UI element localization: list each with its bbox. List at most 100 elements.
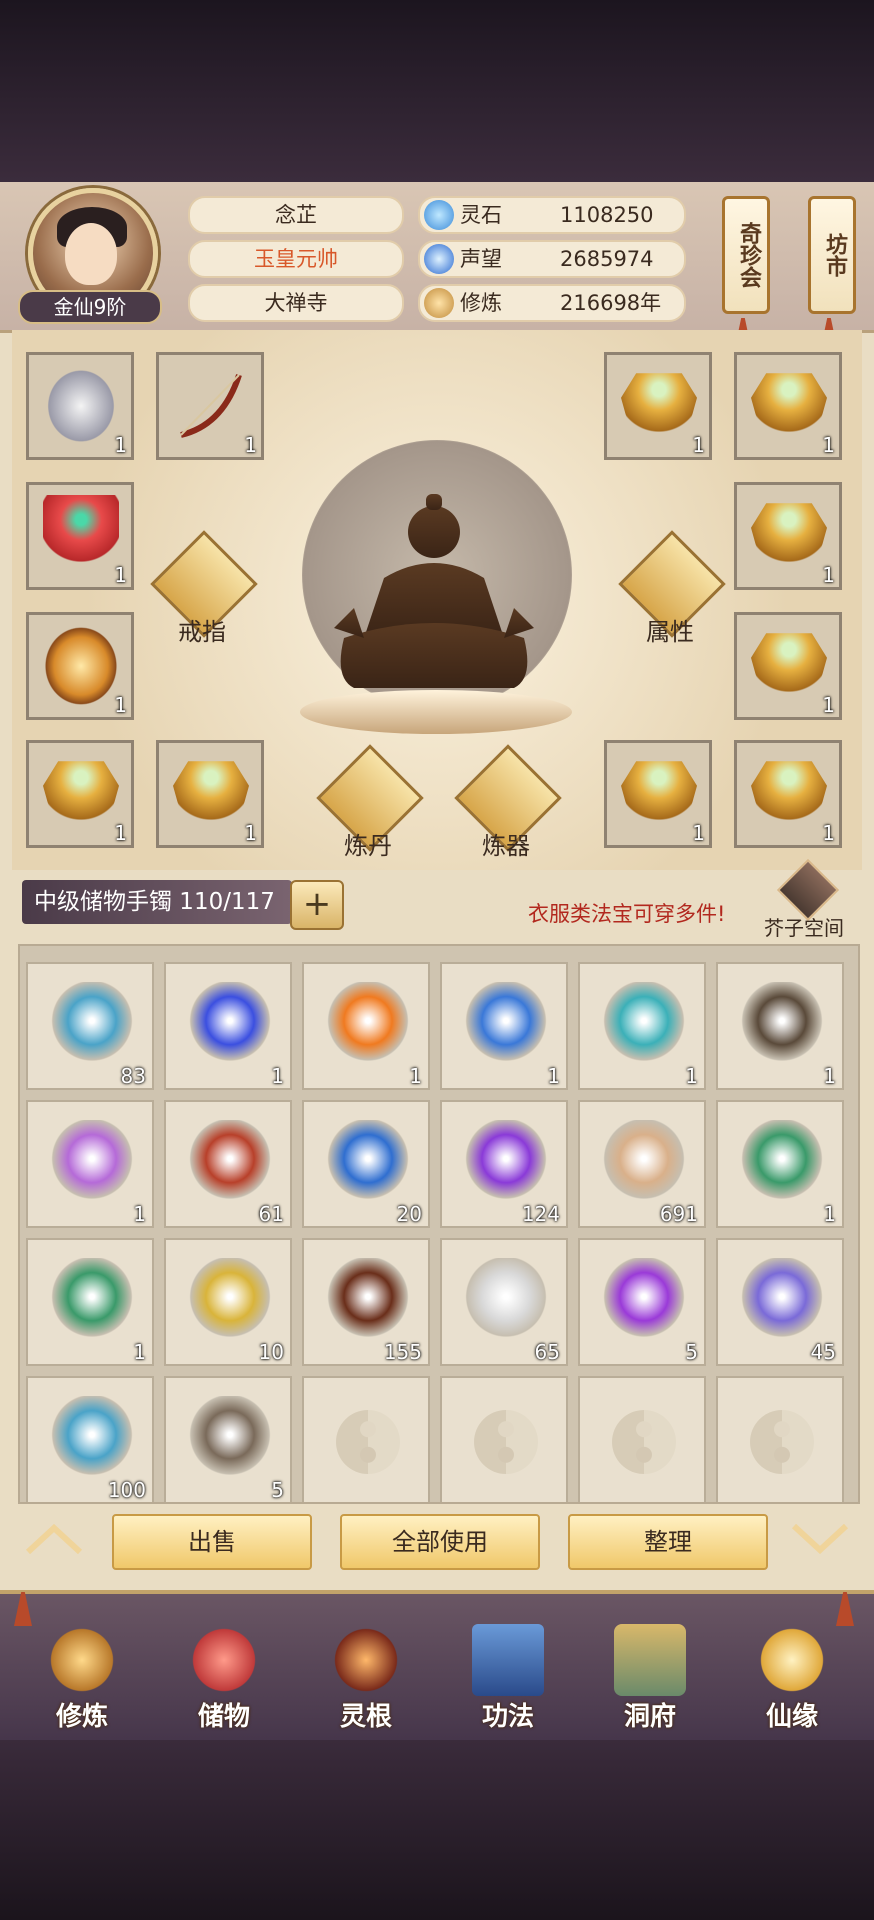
nav-technique[interactable]: 功法: [448, 1620, 568, 1736]
water-drop-icon: [464, 982, 548, 1068]
equip-slot[interactable]: 1: [734, 352, 842, 460]
ore-chunk-icon: [188, 1396, 272, 1482]
stat-label: 灵石: [460, 203, 502, 227]
top-background: [0, 0, 874, 182]
market-button[interactable]: 坊市: [808, 196, 856, 314]
inventory-slot[interactable]: 65: [440, 1238, 568, 1366]
scroll-down-icon[interactable]: [790, 1524, 850, 1554]
empty-inventory-slot[interactable]: [716, 1376, 844, 1502]
sell-button[interactable]: 出售: [112, 1514, 312, 1570]
item-count: 1: [547, 1064, 560, 1088]
inventory-slot[interactable]: 1: [26, 1238, 154, 1366]
forge-label: 炼器: [482, 832, 530, 860]
golden-armor-icon: [621, 373, 697, 439]
inventory-slot[interactable]: 45: [716, 1238, 844, 1366]
item-count: 1: [823, 1064, 836, 1088]
alchemy-label: 炼丹: [344, 832, 392, 860]
inventory-slot[interactable]: 61: [164, 1100, 292, 1228]
boots-icon: [43, 365, 119, 447]
player-title: 玉皇元帅: [188, 240, 404, 278]
item-count: 1: [409, 1064, 422, 1088]
spirit-stone-icon: [424, 200, 454, 230]
stat-label: 修炼: [460, 291, 502, 315]
yin-yang-icon: [750, 1410, 814, 1474]
equip-slot[interactable]: 1: [26, 740, 134, 848]
spirit-stone-stat: 灵石 1108250: [418, 196, 686, 234]
nav-label: 洞府: [623, 1702, 676, 1732]
storage-capacity: 中级储物手镯 110/117: [22, 880, 292, 924]
cultivation-icon: [424, 288, 454, 318]
yin-yang-icon: [474, 1410, 538, 1474]
inventory-slot[interactable]: 1: [302, 962, 430, 1090]
item-count: 1: [685, 1064, 698, 1088]
nav-storage[interactable]: 储物: [164, 1620, 284, 1736]
sort-button[interactable]: 整理: [568, 1514, 768, 1570]
equip-slot[interactable]: 1: [734, 482, 842, 590]
nav-cultivate[interactable]: 修炼: [22, 1620, 142, 1736]
prestige-stat: 声望 2685974: [418, 240, 686, 278]
equip-slot[interactable]: 1: [604, 352, 712, 460]
item-count: 1: [244, 433, 257, 457]
avatar-face: [65, 223, 117, 285]
equip-slot[interactable]: 1: [156, 740, 264, 848]
inventory-slot[interactable]: 124: [440, 1100, 568, 1228]
empty-inventory-slot[interactable]: [440, 1376, 568, 1502]
equip-slot[interactable]: 1: [26, 482, 134, 590]
item-count: 1: [133, 1340, 146, 1364]
item-count: 61: [258, 1202, 284, 1226]
inventory-slot[interactable]: 1: [440, 962, 568, 1090]
inventory-slot[interactable]: 10: [164, 1238, 292, 1366]
item-count: 1: [822, 693, 835, 717]
player-sect: 大禅寺: [188, 284, 404, 322]
purple-flame-icon: [602, 1258, 686, 1344]
nav-spirit-root[interactable]: 灵根: [306, 1620, 426, 1736]
equip-slot[interactable]: 1: [734, 740, 842, 848]
inventory-slot[interactable]: 5: [578, 1238, 706, 1366]
nav-label: 储物: [197, 1702, 250, 1732]
item-count: 1: [822, 821, 835, 845]
equip-slot[interactable]: 1: [734, 612, 842, 720]
teapot-icon: [188, 1120, 272, 1206]
item-count: 100: [107, 1478, 146, 1502]
inventory-slot[interactable]: 1: [716, 1100, 844, 1228]
powder-icon: [50, 1120, 134, 1206]
golden-armor-icon: [751, 373, 827, 439]
inventory-slot[interactable]: 155: [302, 1238, 430, 1366]
inventory-slot[interactable]: 83: [26, 962, 154, 1090]
green-armor-icon: [740, 1120, 824, 1206]
inventory-slot[interactable]: 1: [716, 962, 844, 1090]
scroll-icon: [50, 982, 134, 1068]
equip-slot[interactable]: 1: [604, 740, 712, 848]
meditation-icon: [46, 1624, 118, 1696]
nav-cave[interactable]: 洞府: [590, 1620, 710, 1736]
equip-slot[interactable]: 1: [26, 612, 134, 720]
inventory-slot[interactable]: 100: [26, 1376, 154, 1502]
scroll-up-icon[interactable]: [24, 1524, 84, 1554]
player-name: 念芷: [188, 196, 404, 234]
scroll-icon: [50, 1396, 134, 1482]
item-count: 1: [271, 1064, 284, 1088]
inventory-slot[interactable]: 1: [164, 962, 292, 1090]
stat-value: 2685974: [560, 247, 654, 271]
inventory-slot[interactable]: 20: [302, 1100, 430, 1228]
item-count: 1: [822, 433, 835, 457]
bottom-background: [0, 1740, 874, 1920]
equip-slot[interactable]: 1: [156, 352, 264, 460]
item-count: 1: [114, 821, 127, 845]
nav-fortune[interactable]: 仙缘: [732, 1620, 852, 1736]
expand-storage-button[interactable]: +: [290, 880, 344, 930]
yin-yang-icon: [612, 1410, 676, 1474]
inventory-slot[interactable]: 1: [26, 1100, 154, 1228]
use-all-button[interactable]: 全部使用: [340, 1514, 540, 1570]
meditating-figure: [334, 494, 534, 688]
inventory-slot[interactable]: 691: [578, 1100, 706, 1228]
blossom-tree-icon: [740, 982, 824, 1068]
inventory-slot[interactable]: 1: [578, 962, 706, 1090]
empty-inventory-slot[interactable]: [578, 1376, 706, 1502]
storage-bag-icon: [188, 1624, 260, 1696]
equip-slot[interactable]: 1: [26, 352, 134, 460]
treasure-fair-button[interactable]: 奇珍会: [722, 196, 770, 314]
empty-inventory-slot[interactable]: [302, 1376, 430, 1502]
yin-yang-icon: [336, 1410, 400, 1474]
inventory-slot[interactable]: 5: [164, 1376, 292, 1502]
